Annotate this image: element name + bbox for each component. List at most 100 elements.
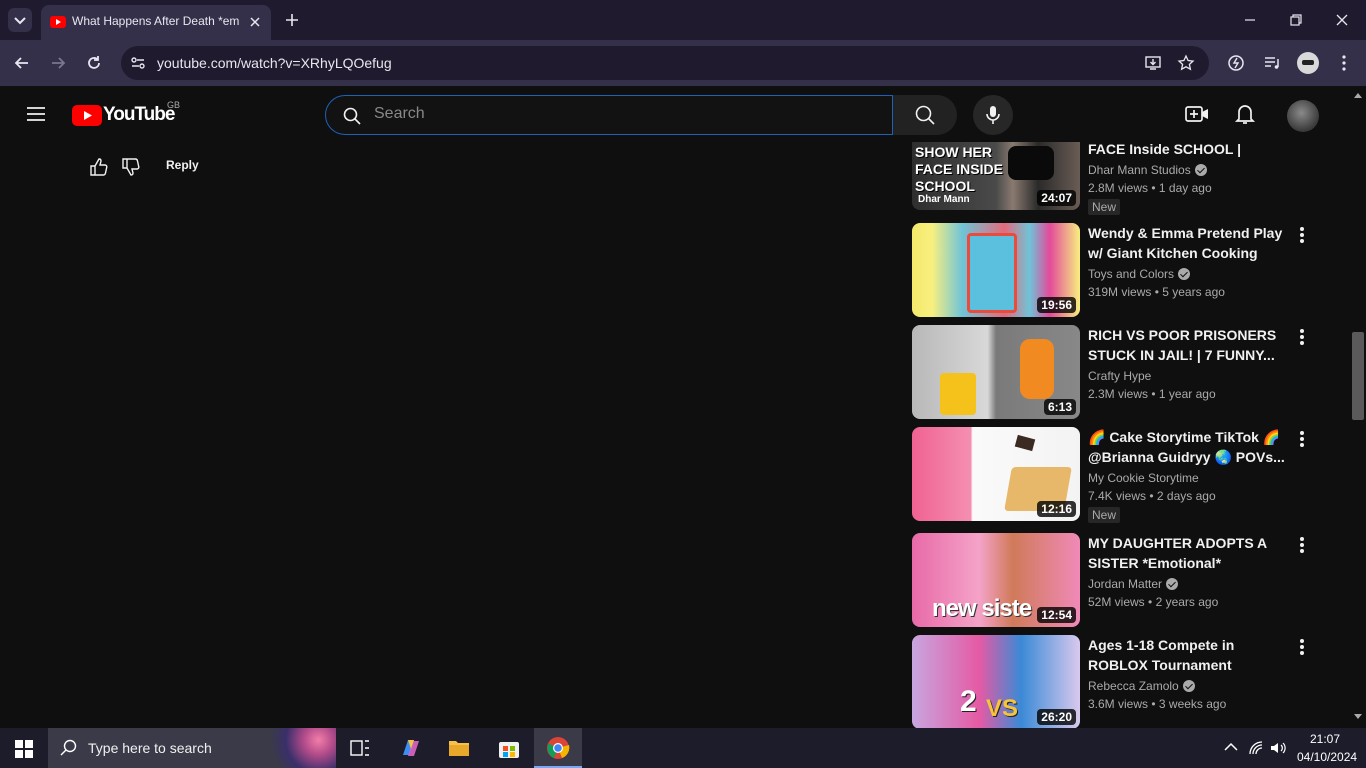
- reload-icon[interactable]: [84, 53, 104, 73]
- page-scrollbar[interactable]: [1350, 86, 1366, 728]
- extension-icon[interactable]: [1226, 53, 1246, 73]
- reply-button[interactable]: Reply: [166, 158, 199, 172]
- browser-menu-icon[interactable]: [1334, 53, 1354, 73]
- taskbar-chrome-active[interactable]: [534, 728, 582, 768]
- taskbar-clock-time[interactable]: 21:07: [1310, 732, 1340, 746]
- address-bar[interactable]: youtube.com/watch?v=XRhyLQOefug: [121, 46, 1209, 80]
- video-menu-button[interactable]: [1298, 537, 1306, 555]
- video-menu-button[interactable]: [1298, 639, 1306, 657]
- create-video-icon[interactable]: [1184, 102, 1210, 126]
- video-channel[interactable]: Jordan Matter: [1088, 577, 1179, 591]
- video-thumbnail[interactable]: 2 VS 26:20: [912, 635, 1080, 729]
- restore-icon[interactable]: [1288, 12, 1304, 28]
- microsoft-store-icon[interactable]: [498, 737, 520, 759]
- upload-age: 3 weeks ago: [1158, 697, 1227, 711]
- upload-age: 2 days ago: [1156, 489, 1216, 503]
- channel-name[interactable]: Jordan Matter: [1088, 577, 1162, 591]
- video-title[interactable]: 🌈 Cake Storytime TikTok 🌈 @Brianna Guidr…: [1088, 427, 1286, 467]
- browser-tab-active[interactable]: What Happens After Death *em: [41, 5, 271, 40]
- volume-icon[interactable]: [1269, 740, 1287, 756]
- site-info-icon[interactable]: [129, 54, 147, 72]
- channel-name[interactable]: Rebecca Zamolo: [1088, 679, 1179, 693]
- sidebar-video-item[interactable]: 2 VS 26:20 Ages 1-18 Compete in ROBLOX T…: [912, 635, 1312, 730]
- video-title[interactable]: RICH VS POOR PRISONERS STUCK IN JAIL! | …: [1088, 325, 1286, 365]
- taskbar-clock-date[interactable]: 04/10/2024: [1297, 750, 1357, 764]
- profile-avatar-icon[interactable]: [1297, 52, 1319, 74]
- minimize-icon[interactable]: [1242, 12, 1258, 28]
- install-app-icon[interactable]: [1144, 54, 1162, 72]
- back-arrow-icon[interactable]: [12, 53, 32, 73]
- video-thumbnail[interactable]: 12:16: [912, 427, 1080, 521]
- forward-arrow-icon[interactable]: [48, 53, 68, 73]
- windows-start-icon[interactable]: [15, 740, 33, 758]
- microphone-icon: [986, 106, 1000, 124]
- video-menu-button[interactable]: [1298, 431, 1306, 449]
- network-icon[interactable]: [1248, 740, 1264, 756]
- browser-tab-bar: What Happens After Death *em: [0, 0, 1366, 40]
- bookmark-star-icon[interactable]: [1177, 54, 1195, 72]
- account-avatar[interactable]: [1287, 100, 1319, 132]
- video-channel[interactable]: Toys and Colors: [1088, 267, 1191, 281]
- file-explorer-icon[interactable]: [448, 738, 470, 758]
- browser-toolbar: youtube.com/watch?v=XRhyLQOefug: [0, 40, 1366, 86]
- notifications-bell-icon[interactable]: [1234, 102, 1256, 126]
- tab-title: What Happens After Death *em: [72, 14, 240, 28]
- video-thumbnail[interactable]: new siste 12:54: [912, 533, 1080, 627]
- youtube-logo-icon: [72, 105, 102, 126]
- video-title[interactable]: FACE Inside SCHOOL | Dhar...: [1088, 139, 1286, 159]
- video-meta: 2.3M views • 1 year ago: [1088, 387, 1216, 401]
- show-hidden-icons-chevron-icon[interactable]: [1224, 742, 1238, 752]
- sidebar-video-item[interactable]: 19:56 Wendy & Emma Pretend Play w/ Giant…: [912, 223, 1312, 318]
- url-text[interactable]: youtube.com/watch?v=XRhyLQOefug: [157, 55, 392, 71]
- video-meta: 7.4K views • 2 days ago: [1088, 489, 1216, 503]
- video-menu-button[interactable]: [1298, 329, 1306, 347]
- voice-search-button[interactable]: [973, 95, 1013, 135]
- sidebar-video-item[interactable]: 12:16 🌈 Cake Storytime TikTok 🌈 @Brianna…: [912, 427, 1312, 523]
- taskbar-search-box[interactable]: Type here to search: [48, 728, 336, 768]
- media-control-icon[interactable]: [1262, 53, 1282, 73]
- copilot-icon[interactable]: [399, 737, 423, 759]
- task-view-icon[interactable]: [350, 739, 370, 757]
- taskbar-search-label: Type here to search: [88, 740, 212, 756]
- new-tab-icon[interactable]: [283, 11, 301, 29]
- like-thumb-up-icon[interactable]: [88, 156, 110, 178]
- search-input[interactable]: [374, 105, 874, 123]
- channel-name[interactable]: Dhar Mann Studios: [1088, 163, 1191, 177]
- new-badge: New: [1088, 199, 1121, 215]
- video-meta: 3.6M views • 3 weeks ago: [1088, 697, 1227, 711]
- hamburger-menu-icon[interactable]: [24, 102, 48, 126]
- scroll-up-arrow-icon[interactable]: [1354, 92, 1362, 98]
- video-title[interactable]: MY DAUGHTER ADOPTS A SISTER *Emotional*: [1088, 533, 1286, 573]
- scroll-down-arrow-icon[interactable]: [1354, 714, 1362, 720]
- youtube-logo[interactable]: YouTube GB: [72, 100, 192, 128]
- search-icon: [915, 105, 935, 125]
- verified-check-icon: [1182, 680, 1195, 692]
- close-tab-icon[interactable]: [247, 14, 263, 30]
- video-thumbnail[interactable]: SHOW HER FACE INSIDE SCHOOL Dhar Mann 24…: [912, 142, 1080, 210]
- video-menu-button[interactable]: [1298, 227, 1306, 245]
- search-button[interactable]: [893, 95, 957, 135]
- sidebar-video-item[interactable]: SHOW HER FACE INSIDE SCHOOL Dhar Mann 24…: [912, 139, 1312, 215]
- channel-name[interactable]: My Cookie Storytime: [1088, 471, 1199, 485]
- tab-search-button[interactable]: [8, 8, 32, 32]
- scrollbar-thumb[interactable]: [1352, 332, 1364, 420]
- youtube-header: YouTube GB: [0, 86, 1350, 142]
- thumbnail-brand: Dhar Mann: [918, 194, 970, 205]
- channel-name[interactable]: Toys and Colors: [1088, 267, 1174, 281]
- video-channel[interactable]: Rebecca Zamolo: [1088, 679, 1195, 693]
- video-title[interactable]: Ages 1-18 Compete in ROBLOX Tournament: [1088, 635, 1286, 675]
- search-box[interactable]: [325, 95, 893, 135]
- dislike-thumb-down-icon[interactable]: [120, 156, 142, 178]
- chocolate-shape: [1014, 434, 1036, 452]
- channel-name[interactable]: Crafty Hype: [1088, 369, 1151, 383]
- video-channel[interactable]: Dhar Mann Studios: [1088, 163, 1207, 177]
- sidebar-video-item[interactable]: new siste 12:54 MY DAUGHTER ADOPTS A SIS…: [912, 533, 1312, 628]
- video-channel[interactable]: My Cookie Storytime: [1088, 471, 1199, 485]
- verified-check-icon: [1166, 578, 1179, 590]
- video-thumbnail[interactable]: 19:56: [912, 223, 1080, 317]
- video-title[interactable]: Wendy & Emma Pretend Play w/ Giant Kitch…: [1088, 223, 1286, 263]
- close-window-icon[interactable]: [1334, 12, 1350, 28]
- video-channel[interactable]: Crafty Hype: [1088, 369, 1151, 383]
- video-thumbnail[interactable]: 6:13: [912, 325, 1080, 419]
- sidebar-video-item[interactable]: 6:13 RICH VS POOR PRISONERS STUCK IN JAI…: [912, 325, 1312, 420]
